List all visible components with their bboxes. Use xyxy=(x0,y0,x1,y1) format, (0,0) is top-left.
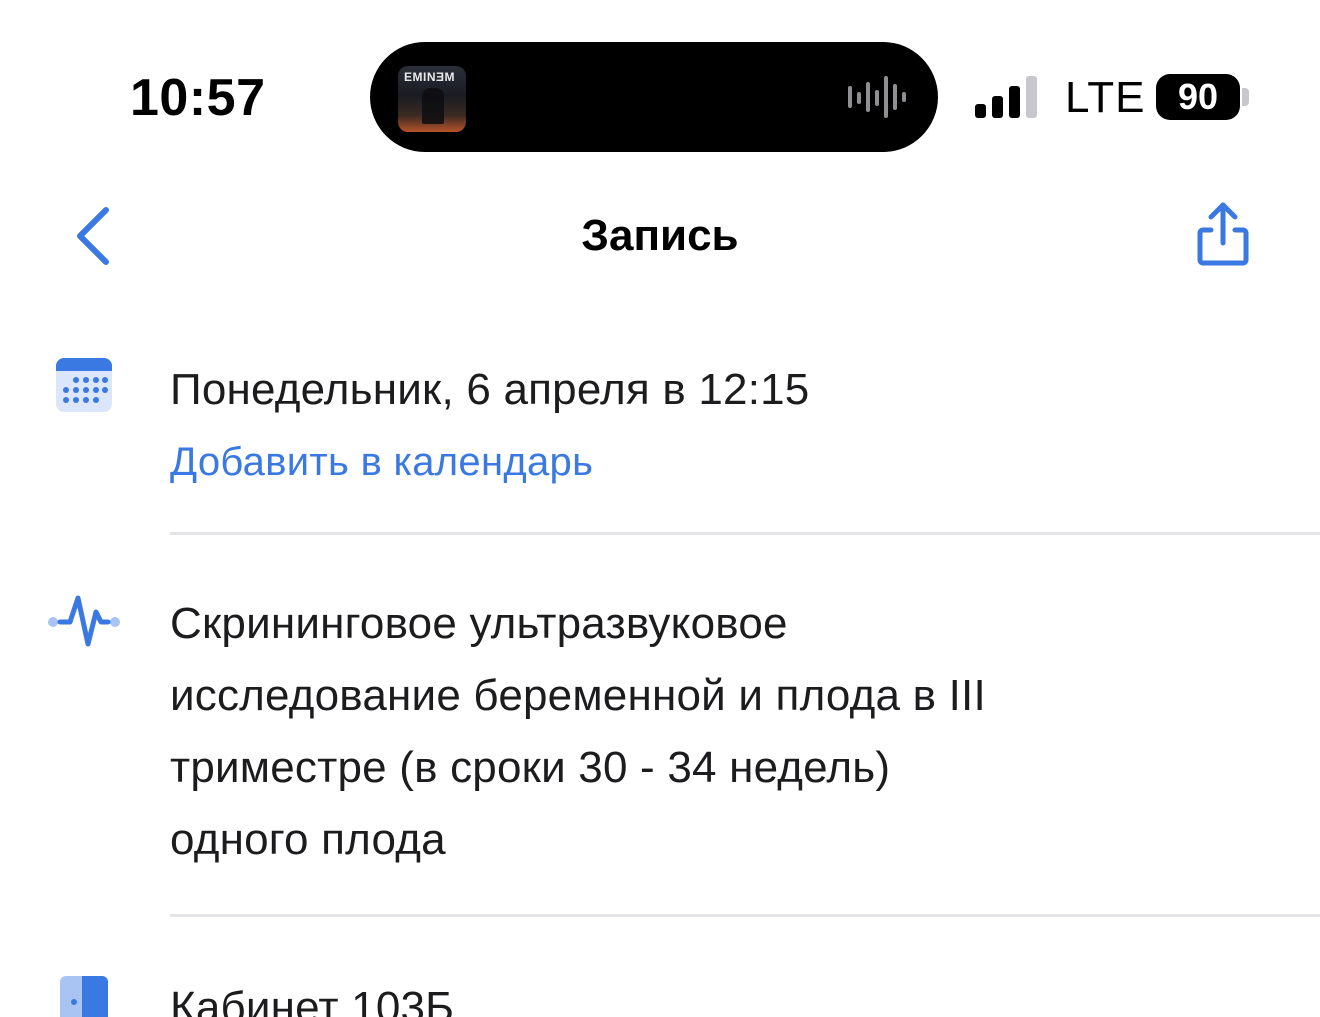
status-time: 10:57 xyxy=(130,69,266,127)
appointment-screen: 10:57 EMINƎM LTE 90 Запись Понедельник, … xyxy=(0,0,1320,1017)
service-line: одного плода xyxy=(170,815,446,864)
appointment-datetime: Понедельник, 6 апреля в 12:15 xyxy=(170,365,810,414)
room-label: Кабинет 103Б xyxy=(170,983,455,1017)
pulse-icon xyxy=(48,595,120,647)
album-art-figure xyxy=(422,88,444,124)
service-line: Скрининговое ультразвуковое xyxy=(170,599,788,648)
network-type: LTE xyxy=(1065,73,1146,122)
calendar-icon xyxy=(56,358,112,412)
door-icon xyxy=(60,976,108,1017)
add-to-calendar-link[interactable]: Добавить в календарь xyxy=(170,438,593,486)
divider xyxy=(170,532,1320,535)
share-button[interactable] xyxy=(1194,200,1252,268)
service-line: исследование беременной и плода в III xyxy=(170,671,986,720)
dynamic-island[interactable]: EMINƎM xyxy=(370,42,938,152)
share-icon xyxy=(1197,202,1249,266)
album-art-icon[interactable]: EMINƎM xyxy=(398,66,466,132)
cellular-signal-icon xyxy=(975,76,1037,118)
divider xyxy=(170,914,1320,917)
battery-indicator: 90 xyxy=(1156,74,1240,120)
album-art-label: EMINƎM xyxy=(404,70,455,84)
audio-waveform-icon xyxy=(848,76,906,118)
battery-tip xyxy=(1242,88,1249,106)
page-title: Запись xyxy=(581,211,739,260)
service-line: триместре (в сроки 30 - 34 недель) xyxy=(170,743,891,792)
